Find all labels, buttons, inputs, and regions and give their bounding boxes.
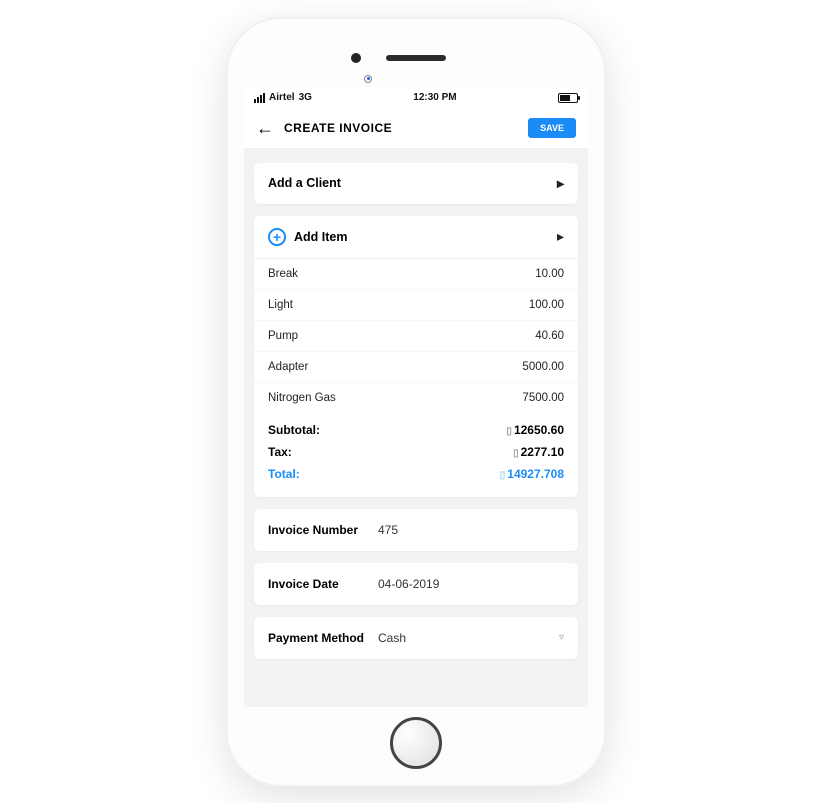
item-row[interactable]: Light 100.00 xyxy=(254,290,578,321)
item-name: Light xyxy=(268,299,293,311)
item-price: 10.00 xyxy=(535,268,564,280)
signal-icon xyxy=(254,93,265,103)
add-client-label: Add a Client xyxy=(268,176,341,190)
item-row[interactable]: Pump 40.60 xyxy=(254,321,578,352)
phone-frame: Airtel 3G 12:30 PM ← CREATE INVOICE SAVE… xyxy=(226,17,606,787)
earpiece xyxy=(386,55,446,61)
screen: Airtel 3G 12:30 PM ← CREATE INVOICE SAVE… xyxy=(244,87,588,707)
item-row[interactable]: Adapter 5000.00 xyxy=(254,352,578,383)
camera-dot xyxy=(351,53,361,63)
item-price: 7500.00 xyxy=(522,392,564,404)
add-client-card[interactable]: Add a Client ▸ xyxy=(254,163,578,204)
item-price: 100.00 xyxy=(529,299,564,311)
status-bar: Airtel 3G 12:30 PM xyxy=(244,87,588,109)
home-button[interactable] xyxy=(390,717,442,769)
payment-method-label: Payment Method xyxy=(268,631,378,645)
page-title: CREATE INVOICE xyxy=(284,121,518,135)
item-price: 5000.00 xyxy=(522,361,564,373)
battery-icon xyxy=(558,93,578,103)
payment-method-card[interactable]: Payment Method Cash ▿ xyxy=(254,617,578,659)
app-header: ← CREATE INVOICE SAVE xyxy=(244,109,588,149)
tax-label: Tax: xyxy=(268,445,292,459)
chevron-right-icon: ▸ xyxy=(557,228,564,245)
item-name: Break xyxy=(268,268,298,280)
invoice-date-card[interactable]: Invoice Date 04-06-2019 xyxy=(254,563,578,605)
invoice-number-card[interactable]: Invoice Number 475 xyxy=(254,509,578,551)
item-row[interactable]: Break 10.00 xyxy=(254,259,578,290)
subtotal-label: Subtotal: xyxy=(268,423,320,437)
invoice-date-value: 04-06-2019 xyxy=(378,577,564,591)
total-label: Total: xyxy=(268,467,300,481)
item-price: 40.60 xyxy=(535,330,564,342)
carrier-label: Airtel xyxy=(269,92,295,103)
chevron-right-icon: ▸ xyxy=(557,175,564,192)
invoice-date-label: Invoice Date xyxy=(268,577,378,591)
plus-icon: + xyxy=(268,228,286,246)
add-item-label: Add Item xyxy=(294,230,557,244)
subtotal-value: ▯12650.60 xyxy=(506,423,564,437)
content-scroll[interactable]: Add a Client ▸ + Add Item ▸ Break 10.00 Li… xyxy=(244,149,588,707)
invoice-number-label: Invoice Number xyxy=(268,523,378,537)
save-button[interactable]: SAVE xyxy=(528,118,576,138)
invoice-number-value: 475 xyxy=(378,523,564,537)
clock: 12:30 PM xyxy=(413,92,456,103)
chevron-down-icon: ▿ xyxy=(559,632,564,643)
sensor-dot xyxy=(364,75,372,83)
item-row[interactable]: Nitrogen Gas 7500.00 xyxy=(254,383,578,413)
add-item-row[interactable]: + Add Item ▸ xyxy=(254,216,578,259)
tax-value: ▯2277.10 xyxy=(513,445,564,459)
item-name: Pump xyxy=(268,330,298,342)
total-value: ▯14927.708 xyxy=(500,467,564,481)
back-icon[interactable]: ← xyxy=(256,118,274,139)
network-label: 3G xyxy=(299,92,312,103)
payment-method-value: Cash xyxy=(378,631,559,645)
items-card: + Add Item ▸ Break 10.00 Light 100.00 Pump 40… xyxy=(254,216,578,497)
item-name: Nitrogen Gas xyxy=(268,392,336,404)
item-name: Adapter xyxy=(268,361,308,373)
